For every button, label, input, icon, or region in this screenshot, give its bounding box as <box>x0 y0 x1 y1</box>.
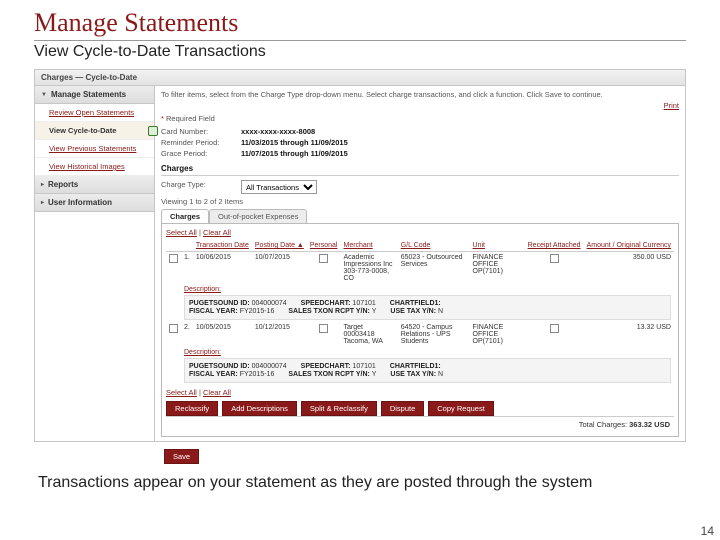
sidebar-section-label: Reports <box>48 180 78 189</box>
save-button[interactable]: Save <box>164 449 199 464</box>
clear-all-link[interactable]: Clear All <box>203 228 231 237</box>
cell-unit: FINANCE OFFICE OP(7101) <box>470 252 525 285</box>
caret-right-icon: ▸ <box>41 199 44 206</box>
page-subtitle: View Cycle-to-Date Transactions <box>34 43 686 61</box>
col-amount[interactable]: Amount / Original Currency <box>584 240 674 252</box>
cell-tdate: 10/06/2015 <box>193 252 252 285</box>
dispute-button[interactable]: Dispute <box>381 401 424 416</box>
reminder-label: Reminder Period: <box>161 138 241 147</box>
reclassify-button[interactable]: Reclassify <box>166 401 218 416</box>
row-select-checkbox[interactable] <box>169 324 178 333</box>
required-note: * Required Field <box>161 114 679 123</box>
detail-box: PUGETSOUND ID: 004000074 SPEEDCHART: 107… <box>184 295 671 320</box>
sidebar-header-reports[interactable]: ▸ Reports <box>35 176 154 194</box>
main-panel: To filter items, select from the Charge … <box>155 86 685 441</box>
col-tdate[interactable]: Transaction Date <box>193 240 252 252</box>
select-all-link[interactable]: Select All <box>166 228 197 237</box>
clear-all-link[interactable]: Clear All <box>203 388 231 397</box>
cell-merchant: Academic Impressions Inc 303-773-0008, C… <box>340 252 397 285</box>
table-row: 1. 10/06/2015 10/07/2015 Academic Impres… <box>166 252 674 285</box>
sidebar-item-previous[interactable]: View Previous Statements <box>35 140 154 158</box>
grace-label: Grace Period: <box>161 149 241 158</box>
receipt-checkbox[interactable] <box>550 254 559 263</box>
description-link[interactable]: Description: <box>184 349 221 356</box>
charge-type-select[interactable]: All Transactions <box>241 180 317 194</box>
tab-charges[interactable]: Charges <box>161 209 209 223</box>
sidebar-header-userinfo[interactable]: ▸ User Information <box>35 194 154 212</box>
receipt-checkbox[interactable] <box>550 324 559 333</box>
personal-checkbox[interactable] <box>319 254 328 263</box>
row-select-checkbox[interactable] <box>169 254 178 263</box>
cell-amount: 350.00 USD <box>584 252 674 285</box>
cell-pdate: 10/07/2015 <box>252 252 307 285</box>
description-link[interactable]: Description: <box>184 286 221 293</box>
card-label: Card Number: <box>161 127 241 136</box>
sidebar-item-review-open[interactable]: Review Open Statements <box>35 104 154 122</box>
caret-down-icon: ▼ <box>41 92 47 98</box>
tab-oop[interactable]: Out-of-pocket Expenses <box>209 209 307 223</box>
sidebar-item-cycle-to-date[interactable]: View Cycle-to-Date <box>35 122 154 140</box>
col-gl[interactable]: G/L Code <box>398 240 470 252</box>
charges-heading: Charges <box>161 164 679 176</box>
sidebar-header-label: Manage Statements <box>51 90 126 99</box>
col-merchant[interactable]: Merchant <box>340 240 397 252</box>
row-num: 1. <box>181 252 193 285</box>
print-link[interactable]: Print <box>664 101 679 110</box>
copy-request-button[interactable]: Copy Request <box>428 401 494 416</box>
cell-merchant: Target 00003418 Tacoma, WA <box>340 322 397 347</box>
grace-value: 11/07/2015 through 11/09/2015 <box>241 149 348 158</box>
sidebar-item-historical[interactable]: View Historical Images <box>35 158 154 176</box>
sidebar-section-label: User Information <box>48 198 112 207</box>
cell-gl: 64520 - Campus Relations - UPS Students <box>398 322 470 347</box>
page-number: 14 <box>701 524 714 538</box>
personal-checkbox[interactable] <box>319 324 328 333</box>
card-value: xxxx-xxxx-xxxx-8008 <box>241 127 315 136</box>
col-pdate[interactable]: Posting Date ▲ <box>252 240 307 252</box>
add-descriptions-button[interactable]: Add Descriptions <box>222 401 297 416</box>
col-unit[interactable]: Unit <box>470 240 525 252</box>
cell-gl: 65023 - Outsourced Services <box>398 252 470 285</box>
col-receipt[interactable]: Receipt Attached <box>525 240 584 252</box>
page-title: Manage Statements <box>34 8 686 41</box>
cell-pdate: 10/12/2015 <box>252 322 307 347</box>
sidebar-header-manage[interactable]: ▼ Manage Statements <box>35 86 154 104</box>
col-personal[interactable]: Personal <box>307 240 341 252</box>
select-all-link[interactable]: Select All <box>166 388 197 397</box>
viewing-count: Viewing 1 to 2 of 2 Items <box>161 197 679 206</box>
cell-tdate: 10/05/2015 <box>193 322 252 347</box>
cell-amount: 13.32 USD <box>584 322 674 347</box>
row-num: 2. <box>181 322 193 347</box>
breadcrumb: Charges — Cycle-to-Date <box>35 70 685 86</box>
reminder-value: 11/03/2015 through 11/09/2015 <box>241 138 348 147</box>
caret-right-icon: ▸ <box>41 181 44 188</box>
app-window: Charges — Cycle-to-Date ▼ Manage Stateme… <box>34 69 686 442</box>
transactions-table: Transaction Date Posting Date ▲ Personal… <box>166 240 674 385</box>
total-charges: Total Charges: 363.32 USD <box>166 416 674 432</box>
split-reclassify-button[interactable]: Split & Reclassify <box>301 401 377 416</box>
cell-unit: FINANCE OFFICE OP(7101) <box>470 322 525 347</box>
table-row: 2. 10/05/2015 10/12/2015 Target 00003418… <box>166 322 674 347</box>
charges-panel: Select All | Clear All Transaction Date … <box>161 223 679 437</box>
charge-type-label: Charge Type: <box>161 180 241 194</box>
intro-text: To filter items, select from the Charge … <box>161 90 679 99</box>
sidebar: ▼ Manage Statements Review Open Statemen… <box>35 86 155 441</box>
detail-box: PUGETSOUND ID: 004000074 SPEEDCHART: 107… <box>184 358 671 383</box>
slide-caption: Transactions appear on your statement as… <box>38 474 686 492</box>
